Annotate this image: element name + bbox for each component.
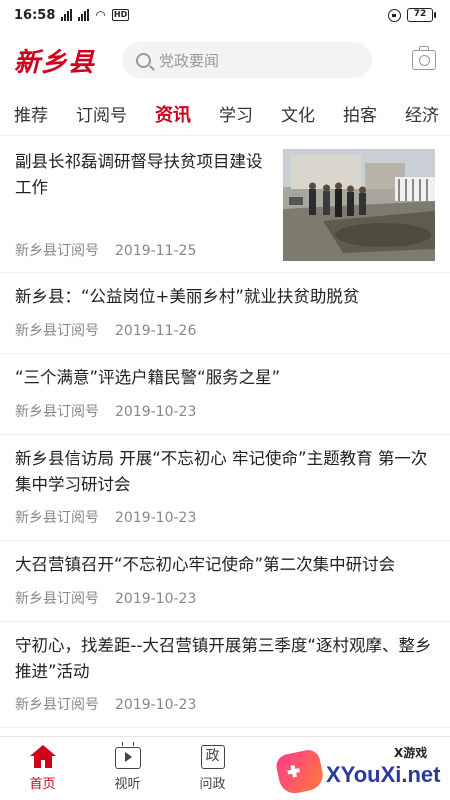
news-list: 副县长祁磊调研督导扶贫项目建设工作 新乡县订阅号 2019-11-25 新乡县：… bbox=[0, 137, 450, 735]
battery-icon: 72 bbox=[407, 8, 436, 22]
nav-home[interactable]: 首页 bbox=[0, 737, 85, 800]
signal-icon-2 bbox=[78, 9, 90, 21]
watermark-tag: X游戏 bbox=[394, 746, 428, 760]
search-icon bbox=[136, 52, 151, 68]
news-source: 新乡县订阅号 bbox=[15, 591, 99, 607]
home-icon bbox=[29, 745, 56, 769]
news-meta: 新乡县订阅号 2019-10-23 bbox=[15, 589, 196, 609]
nav-home-label: 首页 bbox=[29, 777, 56, 792]
tv-icon bbox=[114, 747, 141, 769]
search-placeholder: 党政要闻 bbox=[159, 51, 220, 70]
news-date: 2019-11-25 bbox=[115, 243, 197, 259]
news-item[interactable]: 副县长祁磊调研督导扶贫项目建设工作 新乡县订阅号 2019-11-25 bbox=[0, 137, 450, 273]
wifi-icon: ◠ bbox=[95, 8, 106, 22]
camera-icon[interactable] bbox=[412, 46, 436, 70]
news-source: 新乡县订阅号 bbox=[15, 323, 99, 339]
status-time: 16:58 bbox=[14, 7, 56, 23]
nav-video-label: 视听 bbox=[114, 777, 141, 792]
news-source: 新乡县订阅号 bbox=[15, 404, 99, 420]
nav-inquiry[interactable]: 政 问政 bbox=[170, 737, 255, 800]
network-type-badge: HD bbox=[111, 9, 130, 21]
news-meta: 新乡县订阅号 2019-11-25 bbox=[15, 241, 196, 261]
nav-inquiry-label: 问政 bbox=[199, 777, 226, 792]
news-item[interactable]: 新乡县：“公益岗位+美丽乡村”就业扶贫助脱贫 新乡县订阅号 2019-11-26 bbox=[0, 273, 450, 354]
news-source: 新乡县订阅号 bbox=[15, 697, 99, 713]
tab-recommend[interactable]: 推荐 bbox=[0, 101, 62, 126]
news-item[interactable]: “三个满意”评选户籍民警“服务之星” 新乡县订阅号 2019-10-23 bbox=[0, 354, 450, 435]
news-item[interactable]: 守初心，找差距--大召营镇开展第三季度“逐村观摩、整乡推进”活动 新乡县订阅号 … bbox=[0, 622, 450, 728]
news-title: 大召营镇召开“不忘初心牢记使命”第二次集中研讨会 bbox=[15, 555, 396, 574]
gamepad-icon bbox=[274, 747, 326, 797]
zheng-icon: 政 bbox=[200, 745, 225, 769]
news-date: 2019-10-23 bbox=[115, 591, 197, 607]
news-thumbnail bbox=[283, 149, 435, 261]
news-meta: 新乡县订阅号 2019-11-26 bbox=[15, 321, 196, 341]
news-title: 新乡县：“公益岗位+美丽乡村”就业扶贫助脱贫 bbox=[15, 287, 360, 306]
news-title: “三个满意”评选户籍民警“服务之星” bbox=[15, 368, 281, 387]
news-title: 副县长祁磊调研督导扶贫项目建设工作 bbox=[15, 152, 263, 197]
news-date: 2019-10-23 bbox=[115, 510, 197, 526]
news-date: 2019-10-23 bbox=[115, 404, 197, 420]
category-tabs: 推荐 订阅号 资讯 学习 文化 拍客 经济 bbox=[0, 92, 450, 136]
news-title: 守初心，找差距--大召营镇开展第三季度“逐村观摩、整乡推进”活动 bbox=[15, 636, 432, 681]
tab-news[interactable]: 资讯 bbox=[141, 101, 205, 127]
news-meta: 新乡县订阅号 2019-10-23 bbox=[15, 508, 196, 528]
news-date: 2019-11-26 bbox=[115, 323, 197, 339]
news-meta: 新乡县订阅号 2019-10-23 bbox=[15, 402, 196, 422]
tab-subscriptions[interactable]: 订阅号 bbox=[62, 101, 141, 126]
app-logo: 新乡县 bbox=[14, 47, 96, 78]
signal-icon bbox=[61, 9, 73, 21]
news-item[interactable]: 大召营镇召开“不忘初心牢记使命”第二次集中研讨会 新乡县订阅号 2019-10-… bbox=[0, 541, 450, 622]
app-header: 新乡县 党政要闻 bbox=[0, 34, 450, 86]
watermark-site: XYouXi.net bbox=[326, 762, 441, 787]
tab-study[interactable]: 学习 bbox=[205, 101, 267, 126]
news-meta: 新乡县订阅号 2019-10-23 bbox=[15, 695, 196, 715]
status-bar: 16:58 ◠ HD 72 bbox=[0, 0, 450, 30]
news-item[interactable]: 新乡县信访局 开展“不忘初心 牢记使命”主题教育 第一次集中学习研讨会 新乡县订… bbox=[0, 435, 450, 541]
nav-video[interactable]: 视听 bbox=[85, 737, 170, 800]
battery-level: 72 bbox=[407, 8, 433, 22]
search-bar[interactable]: 党政要闻 bbox=[122, 42, 372, 78]
news-source: 新乡县订阅号 bbox=[15, 510, 99, 526]
tab-reporter[interactable]: 拍客 bbox=[329, 101, 391, 126]
rotation-lock-icon bbox=[388, 8, 401, 22]
tab-economy[interactable]: 经济 bbox=[391, 101, 450, 126]
tab-culture[interactable]: 文化 bbox=[267, 101, 329, 126]
site-watermark: X游戏 XYouXi.net bbox=[274, 742, 444, 798]
news-date: 2019-10-23 bbox=[115, 697, 197, 713]
news-source: 新乡县订阅号 bbox=[15, 243, 99, 259]
news-title: 新乡县信访局 开展“不忘初心 牢记使命”主题教育 第一次集中学习研讨会 bbox=[15, 449, 428, 494]
